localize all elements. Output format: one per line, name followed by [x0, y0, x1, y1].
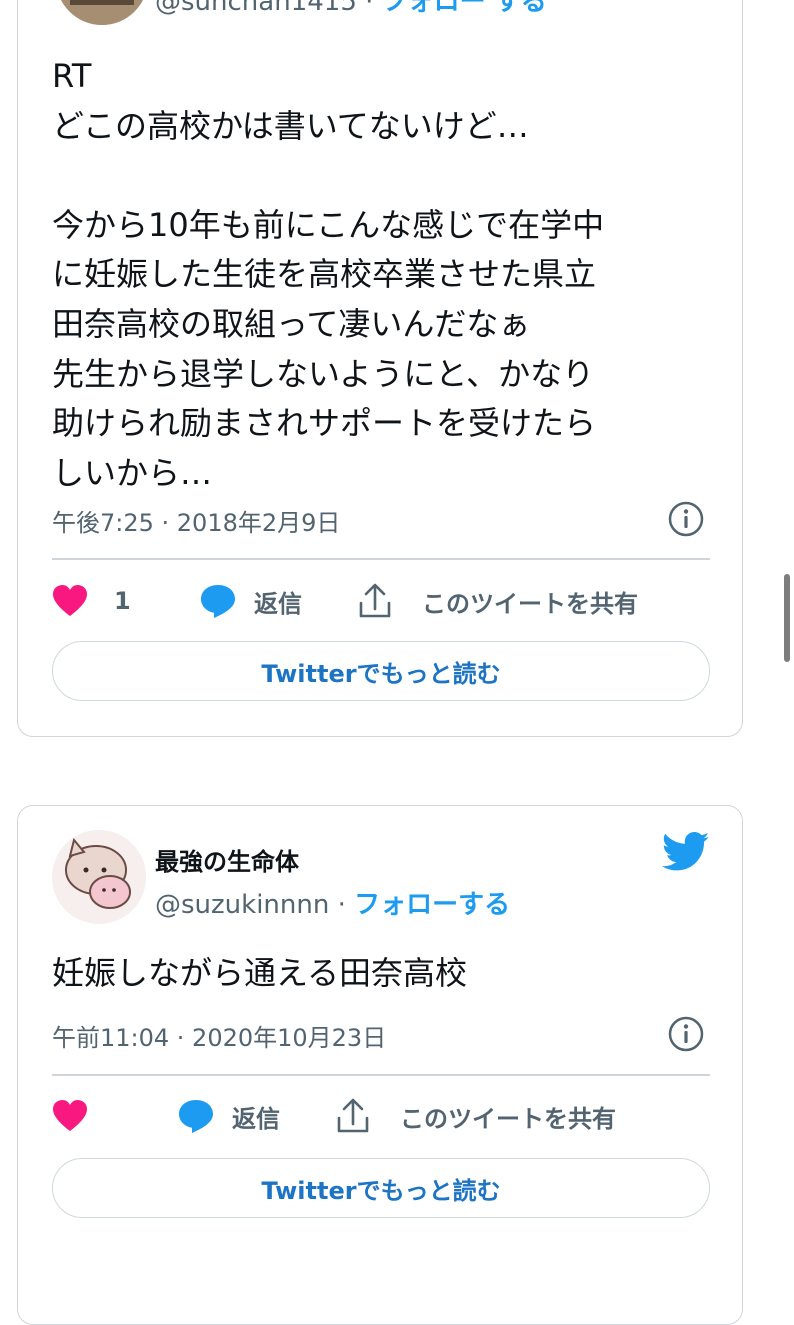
tweet-actions: 返信 このツイートを共有 — [52, 1094, 710, 1138]
reply-bubble-icon — [201, 585, 235, 618]
tweet-card: 最強の生命体 @suzukinnnn · フォローする 妊娠しながら通える田奈高… — [17, 805, 743, 1325]
reply-button[interactable]: 返信 — [178, 1094, 280, 1138]
tweet-card: @sunchan1415 · フォロー する RT どこの高校かは書いてないけど… — [17, 0, 743, 737]
author-handle[interactable]: @sunchan1415 — [155, 0, 357, 17]
author-handle-line: @sunchan1415 · フォロー する — [155, 0, 547, 18]
heart-icon — [53, 1100, 87, 1131]
reply-bubble-icon — [179, 1100, 213, 1133]
twitter-bird-icon[interactable] — [662, 832, 710, 872]
tweet-actions: 1 返信 このツイートを共有 — [52, 579, 710, 623]
share-label: このツイートを共有 — [422, 589, 638, 618]
follow-link[interactable]: フォローする — [354, 890, 510, 920]
divider — [52, 558, 710, 560]
reply-label: 返信 — [232, 1104, 280, 1133]
tweet-timestamp[interactable]: 午前11:04 · 2020年10月23日 — [52, 1018, 386, 1053]
share-icon — [337, 1098, 369, 1133]
author-handle[interactable]: @suzukinnnn — [155, 890, 329, 920]
share-button[interactable]: このツイートを共有 — [336, 1094, 616, 1138]
handle-separator: · — [329, 890, 355, 920]
info-icon[interactable] — [668, 1016, 704, 1052]
author-avatar[interactable] — [52, 830, 146, 924]
follow-link[interactable]: フォロー する — [382, 0, 547, 17]
like-count: 1 — [114, 587, 131, 615]
like-button[interactable]: 1 — [52, 579, 131, 623]
reply-label: 返信 — [254, 589, 302, 618]
info-icon[interactable] — [668, 501, 704, 537]
scrollbar-thumb[interactable] — [784, 574, 790, 662]
read-more-button[interactable]: Twitterでもっと読む — [52, 1158, 710, 1218]
read-more-button[interactable]: Twitterでもっと読む — [52, 641, 710, 701]
share-button[interactable]: このツイートを共有 — [358, 579, 638, 623]
author-handle-line: @suzukinnnn · フォローする — [155, 884, 510, 921]
share-icon — [359, 583, 391, 618]
divider — [52, 1074, 710, 1076]
share-label: このツイートを共有 — [400, 1104, 616, 1133]
tweet-timestamp[interactable]: 午後7:25 · 2018年2月9日 — [52, 503, 340, 538]
tweet-text: 妊娠しながら通える田奈高校 — [52, 954, 468, 992]
like-button[interactable] — [52, 1094, 88, 1138]
reply-button[interactable]: 返信 — [200, 579, 302, 623]
heart-icon — [53, 585, 87, 616]
author-avatar[interactable] — [56, 0, 148, 25]
author-name[interactable]: 最強の生命体 — [155, 842, 299, 877]
tweet-text: RT どこの高校かは書いてないけど… 今から10年も前にこんな感じで在学中 に妊… — [52, 57, 605, 492]
